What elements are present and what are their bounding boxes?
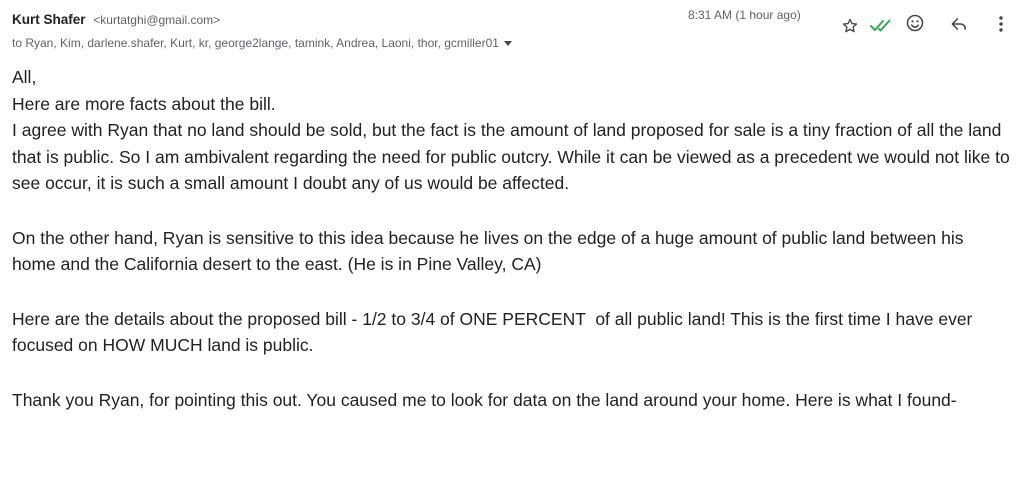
emoji-reaction-icon[interactable] [903,11,927,35]
show-details-chevron-icon[interactable] [503,40,512,46]
more-options-icon[interactable] [989,12,1013,36]
body-paragraph-3: Here are the details about the proposed … [12,308,978,356]
body-paragraph-2: On the other hand, Ryan is sensitive to … [12,227,964,275]
body-paragraph-1: I agree with Ryan that no land should be… [12,120,1010,193]
reply-icon[interactable] [947,12,971,36]
read-receipt-check-icon [870,14,894,38]
body-line-facts: Here are more facts about the bill. [12,93,276,114]
recipients-text: to Ryan, Kim, darlene.shafer, Kurt, kr, … [12,36,499,50]
greeting: All, [12,67,37,87]
message-actions [0,2,1024,33]
star-icon[interactable] [838,14,862,38]
recipients-line[interactable]: to Ryan, Kim, darlene.shafer, Kurt, kr, … [12,36,512,50]
message-body: All, Here are more facts about the bill.… [12,64,1012,413]
body-paragraph-4: Thank you Ryan, for pointing this out. Y… [12,389,957,410]
